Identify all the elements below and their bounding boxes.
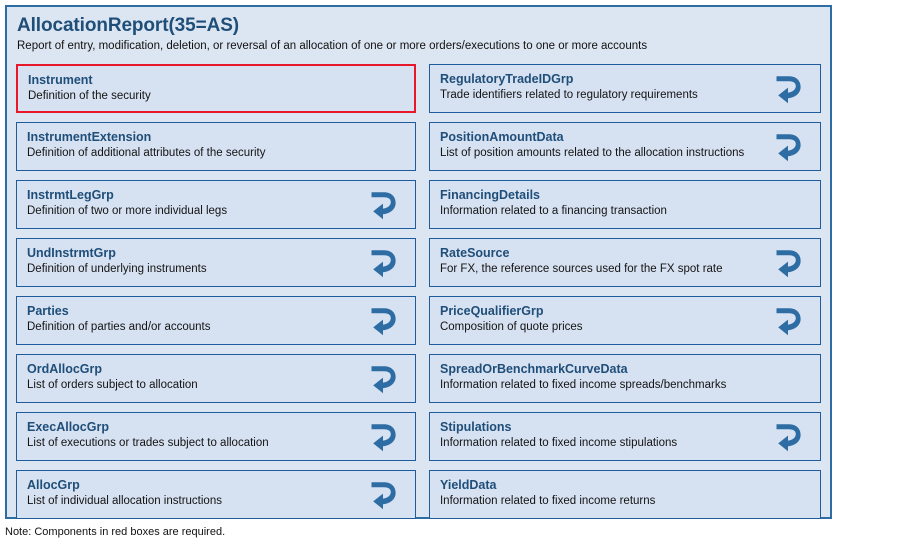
component-description: Definition of underlying instruments bbox=[27, 263, 207, 275]
component-name: Parties bbox=[27, 304, 69, 318]
component-description: List of executions or trades subject to … bbox=[27, 437, 269, 449]
component-box[interactable]: SpreadOrBenchmarkCurveData Information re… bbox=[428, 354, 821, 403]
component-name: InstrmtLegGrp bbox=[27, 188, 114, 202]
component-columns: Instrument Definition of the security Inst… bbox=[7, 64, 830, 519]
component-box[interactable]: RegulatoryTradeIDGrp Trade identifiers re… bbox=[428, 64, 821, 113]
component-box[interactable]: OrdAllocGrp List of orders subject to all… bbox=[16, 354, 416, 403]
component-box[interactable]: AllocGrp List of individual allocation in… bbox=[16, 470, 416, 519]
component-column-right: RegulatoryTradeIDGrp Trade identifiers re… bbox=[428, 64, 821, 519]
component-box[interactable]: Instrument Definition of the security bbox=[16, 64, 416, 113]
component-name: FinancingDetails bbox=[439, 188, 541, 202]
footer-note: Note: Components in red boxes are requir… bbox=[5, 526, 226, 538]
component-box[interactable]: RateSource For FX, the reference sources … bbox=[428, 238, 821, 287]
component-column-left: Instrument Definition of the security Inst… bbox=[16, 64, 416, 519]
component-box[interactable]: PriceQualifierGrp Composition of quote pr… bbox=[428, 296, 821, 345]
component-box[interactable]: InstrumentExtension Definition of additio… bbox=[16, 122, 416, 171]
component-description: List of position amounts related to the … bbox=[439, 147, 745, 159]
component-box[interactable]: FinancingDetails Information related to a… bbox=[428, 180, 821, 229]
component-description: Definition of parties and/or accounts bbox=[27, 321, 211, 333]
component-box[interactable]: PositionAmountData List of position amoun… bbox=[428, 122, 821, 171]
repeat-arrow-icon bbox=[776, 308, 801, 336]
component-description: Information related to fixed income spre… bbox=[439, 379, 727, 391]
component-name: Instrument bbox=[28, 73, 93, 87]
repeat-arrow-icon bbox=[371, 366, 396, 394]
component-name: AllocGrp bbox=[27, 478, 80, 492]
repeat-arrow-icon bbox=[776, 76, 801, 104]
component-description: Definition of additional attributes of t… bbox=[27, 147, 266, 159]
component-description: Definition of the security bbox=[28, 90, 151, 102]
component-name: RateSource bbox=[439, 246, 510, 260]
repeat-arrow-icon bbox=[371, 192, 396, 220]
component-name: ExecAllocGrp bbox=[27, 420, 109, 434]
repeat-arrow-icon bbox=[371, 250, 396, 278]
repeat-arrow-icon bbox=[371, 482, 396, 510]
component-box[interactable]: YieldData Information related to fixed in… bbox=[428, 470, 821, 519]
component-description: List of orders subject to allocation bbox=[27, 379, 198, 391]
component-name: RegulatoryTradeIDGrp bbox=[439, 72, 574, 86]
component-name: YieldData bbox=[439, 478, 497, 492]
component-name: SpreadOrBenchmarkCurveData bbox=[439, 362, 628, 376]
component-description: Trade identifiers related to regulatory … bbox=[439, 89, 698, 101]
component-description: Information related to a financing trans… bbox=[439, 205, 667, 217]
component-box[interactable]: UndInstrmtGrp Definition of underlying in… bbox=[16, 238, 416, 287]
repeat-arrow-icon bbox=[371, 308, 396, 336]
component-box[interactable]: ExecAllocGrp List of executions or trades… bbox=[16, 412, 416, 461]
component-box[interactable]: InstrmtLegGrp Definition of two or more i… bbox=[16, 180, 416, 229]
repeat-arrow-icon bbox=[776, 134, 801, 162]
component-description: Definition of two or more individual leg… bbox=[27, 205, 228, 217]
repeat-arrow-icon bbox=[371, 424, 396, 452]
component-box[interactable]: Stipulations Information related to fixed… bbox=[428, 412, 821, 461]
page-subtitle: Report of entry, modification, deletion,… bbox=[17, 40, 648, 52]
component-name: Stipulations bbox=[439, 420, 512, 434]
page-title: AllocationReport(35=AS) bbox=[17, 15, 240, 36]
report-header: AllocationReport(35=AS) Report of entry,… bbox=[7, 7, 830, 54]
component-description: List of individual allocation instructio… bbox=[27, 495, 222, 507]
component-box[interactable]: Parties Definition of parties and/or acco… bbox=[16, 296, 416, 345]
component-name: PositionAmountData bbox=[439, 130, 564, 144]
component-description: Composition of quote prices bbox=[439, 321, 583, 333]
repeat-arrow-icon bbox=[776, 250, 801, 278]
repeat-arrow-icon bbox=[776, 424, 801, 452]
component-description: Information related to fixed income stip… bbox=[439, 437, 678, 449]
component-name: PriceQualifierGrp bbox=[439, 304, 544, 318]
component-name: InstrumentExtension bbox=[27, 130, 152, 144]
component-description: Information related to fixed income retu… bbox=[439, 495, 656, 507]
allocation-report-panel: AllocationReport(35=AS) Report of entry,… bbox=[5, 5, 832, 519]
component-name: OrdAllocGrp bbox=[27, 362, 103, 376]
component-name: UndInstrmtGrp bbox=[27, 246, 116, 260]
component-description: For FX, the reference sources used for t… bbox=[439, 263, 723, 275]
